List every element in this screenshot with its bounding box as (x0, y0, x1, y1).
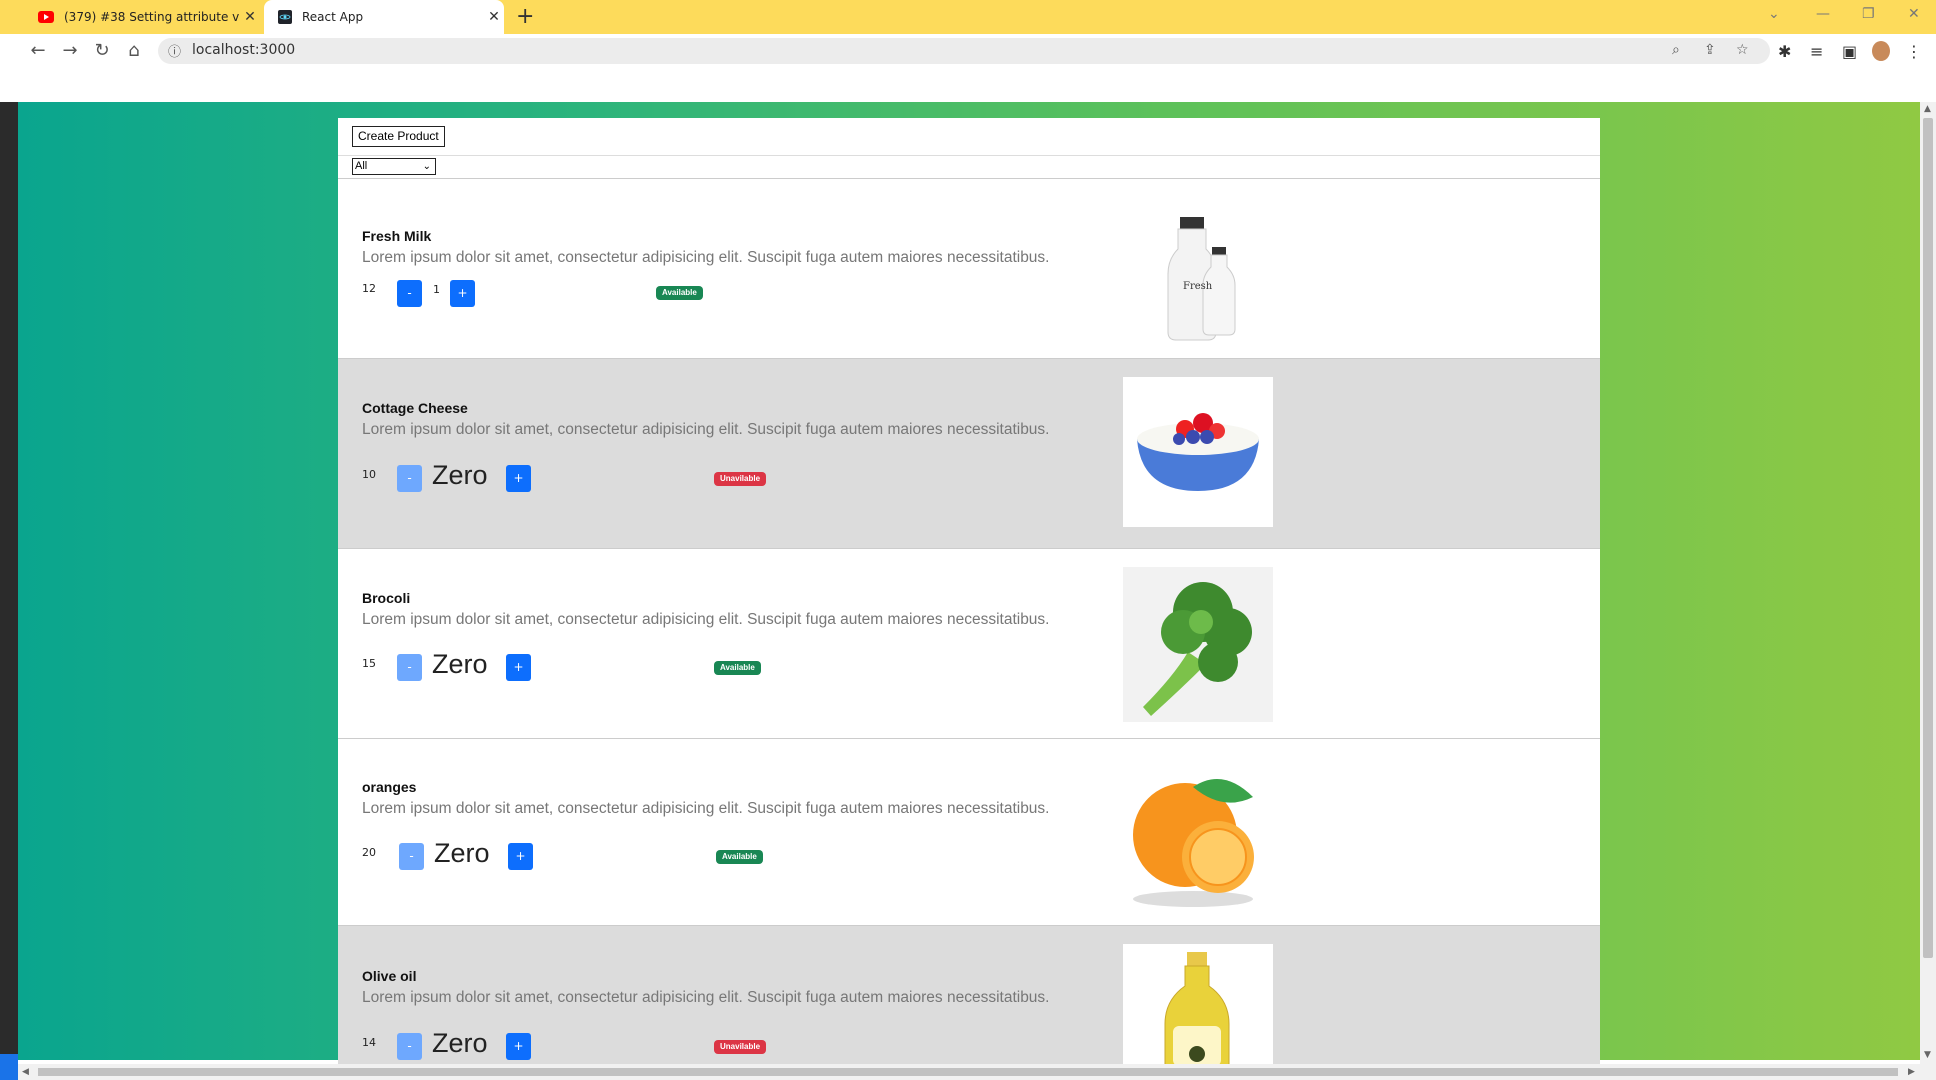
increment-button[interactable]: + (508, 843, 533, 870)
status-badge: Available (716, 850, 763, 864)
vertical-scrollbar[interactable]: ▲ ▼ (1920, 102, 1936, 1064)
product-row: Brocoli Lorem ipsum dolor sit amet, cons… (338, 549, 1600, 739)
product-quantity: 1 (433, 283, 440, 296)
status-badge: Available (714, 661, 761, 675)
url-text: localhost:3000 (192, 42, 296, 58)
product-name: Fresh Milk (362, 228, 432, 244)
increment-button[interactable]: + (450, 280, 475, 307)
address-bar[interactable]: ⓘ localhost:3000 ⌕ ⇪ ☆ (158, 38, 1770, 64)
panel-header: Create Product (338, 118, 1600, 156)
scroll-left-icon[interactable]: ◀ (22, 1067, 29, 1077)
status-badge: Unavilable (714, 1040, 767, 1054)
reload-icon[interactable]: ↻ (90, 40, 114, 61)
scrollbar-thumb[interactable] (1923, 118, 1933, 958)
status-badge: Available (656, 286, 703, 300)
extensions-icon[interactable]: ✱ (1778, 42, 1791, 61)
bookmark-star-icon[interactable]: ☆ (1736, 42, 1749, 58)
product-price: 15 (362, 657, 376, 670)
olive-oil-image (1123, 944, 1273, 1080)
create-product-button[interactable]: Create Product (352, 126, 445, 147)
tab-title: React App (302, 10, 364, 24)
product-description: Lorem ipsum dolor sit amet, consectetur … (362, 249, 1050, 266)
product-quantity: Zero (434, 838, 490, 868)
product-description: Lorem ipsum dolor sit amet, consectetur … (362, 611, 1050, 628)
new-tab-icon[interactable]: + (516, 4, 534, 29)
side-panel-icon[interactable]: ▣ (1842, 42, 1857, 61)
milk-bottles-image: Fresh (1167, 217, 1236, 341)
decrement-button[interactable]: - (397, 654, 422, 681)
horizontal-scrollbar[interactable]: ◀ ▶ (18, 1064, 1936, 1080)
product-price: 12 (362, 282, 376, 295)
forward-icon[interactable]: → (58, 40, 82, 61)
tab-close-icon[interactable]: ✕ (240, 9, 260, 25)
product-quantity: Zero (432, 1028, 488, 1058)
product-list: Fresh Milk Lorem ipsum dolor sit amet, c… (338, 178, 1600, 1080)
decrement-button[interactable]: - (399, 843, 424, 870)
tab-youtube[interactable]: (379) #38 Setting attribute value o ✕ (20, 0, 260, 34)
broccoli-image (1123, 567, 1273, 722)
product-description: Lorem ipsum dolor sit amet, consectetur … (362, 421, 1050, 438)
product-row: Fresh Milk Lorem ipsum dolor sit amet, c… (338, 179, 1600, 359)
tab-title: (379) #38 Setting attribute value o (64, 10, 240, 24)
product-row: oranges Lorem ipsum dolor sit amet, cons… (338, 739, 1600, 926)
product-name: Brocoli (362, 590, 411, 606)
product-price: 14 (362, 1036, 376, 1049)
increment-button[interactable]: + (506, 1033, 531, 1060)
close-window-icon[interactable]: ✕ (1908, 6, 1920, 22)
status-badge: Unavilable (714, 472, 767, 486)
product-panel: Create Product All ⌄ Fresh Milk Lorem ip… (338, 118, 1600, 1080)
tab-search-icon[interactable]: ⌄ (1768, 6, 1780, 22)
product-price: 10 (362, 468, 376, 481)
site-info-icon[interactable]: ⓘ (168, 41, 181, 60)
browser-toolbar: ← → ↻ ⌂ ⓘ localhost:3000 ⌕ ⇪ ☆ ✱ ≡ ▣ ⋮ (0, 34, 1936, 68)
product-name: oranges (362, 779, 417, 795)
media-icon[interactable]: ≡ (1810, 42, 1823, 61)
decrement-button[interactable]: - (397, 280, 422, 307)
tab-react-app[interactable]: React App ✕ (264, 0, 504, 34)
share-icon[interactable]: ⇪ (1704, 42, 1716, 58)
tab-close-icon[interactable]: ✕ (484, 9, 504, 25)
product-price: 20 (362, 846, 376, 859)
increment-button[interactable]: + (506, 465, 531, 492)
browser-tab-bar: (379) #38 Setting attribute value o ✕ Re… (0, 0, 1936, 34)
filter-select[interactable]: All ⌄ (352, 158, 436, 175)
devtools-strip (0, 102, 18, 1080)
restore-icon[interactable]: ❐ (1862, 6, 1875, 22)
minimize-icon[interactable]: — (1816, 6, 1830, 22)
youtube-icon (38, 11, 54, 23)
product-description: Lorem ipsum dolor sit amet, consectetur … (362, 800, 1050, 817)
product-quantity: Zero (432, 649, 488, 679)
product-row: Olive oil Lorem ipsum dolor sit amet, co… (338, 926, 1600, 1080)
taskbar-corner (0, 1054, 18, 1080)
product-name: Cottage Cheese (362, 400, 468, 416)
decrement-button[interactable]: - (397, 1033, 422, 1060)
cottage-cheese-image (1123, 377, 1273, 527)
product-description: Lorem ipsum dolor sit amet, consectetur … (362, 989, 1050, 1006)
svg-text:Fresh: Fresh (1183, 281, 1213, 292)
chevron-down-icon: ⌄ (422, 161, 431, 172)
scroll-down-icon[interactable]: ▼ (1924, 1050, 1931, 1060)
home-icon[interactable]: ⌂ (122, 40, 146, 61)
back-icon[interactable]: ← (26, 40, 50, 61)
orange-image (1123, 757, 1273, 907)
scrollbar-thumb[interactable] (38, 1068, 1898, 1076)
zoom-icon[interactable]: ⌕ (1672, 42, 1680, 58)
menu-icon[interactable]: ⋮ (1906, 42, 1922, 61)
product-row: Cottage Cheese Lorem ipsum dolor sit ame… (338, 359, 1600, 549)
scroll-up-icon[interactable]: ▲ (1924, 104, 1931, 114)
decrement-button[interactable]: - (397, 465, 422, 492)
increment-button[interactable]: + (506, 654, 531, 681)
product-name: Olive oil (362, 968, 417, 984)
react-icon (278, 10, 292, 24)
filter-value: All (355, 160, 368, 172)
scroll-right-icon[interactable]: ▶ (1908, 1067, 1915, 1077)
product-quantity: Zero (432, 460, 488, 490)
profile-avatar[interactable] (1872, 41, 1890, 61)
